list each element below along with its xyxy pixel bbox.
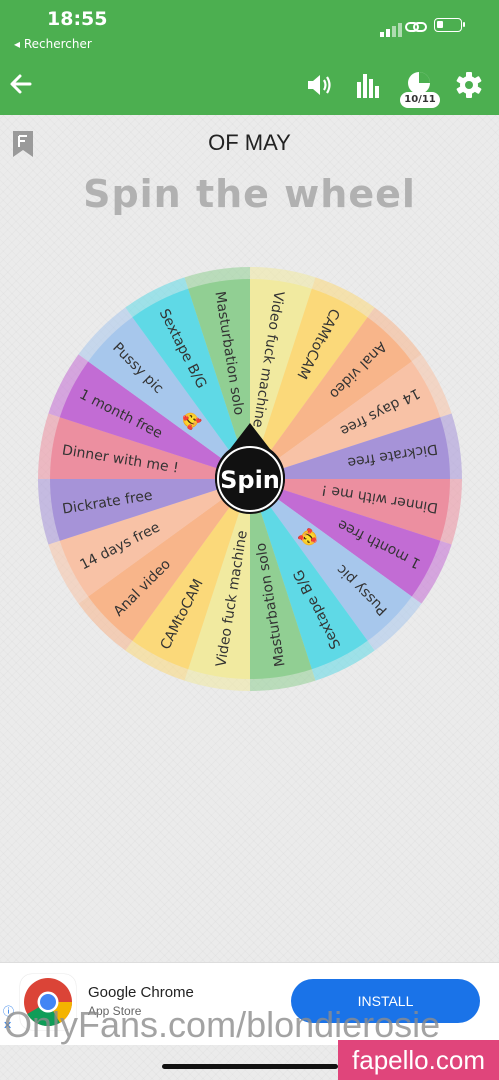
spin-wheel[interactable]: Video fuck machine CAMtoCAMAnal video14 d… [38, 258, 462, 700]
spin-counter-badge: 10/11 [400, 92, 440, 108]
home-indicator [162, 1064, 338, 1069]
battery-icon [434, 18, 465, 32]
ad-title: Google Chrome [88, 984, 194, 1001]
stats-icon[interactable] [354, 68, 382, 102]
list-title: OF MAY [208, 130, 291, 155]
status-time: 18:55 [47, 8, 108, 30]
wheel-heading: Spin the wheel [83, 172, 416, 216]
watermark-right: fapello.com [338, 1040, 499, 1080]
back-arrow-icon[interactable] [8, 70, 34, 98]
volume-icon[interactable] [305, 68, 335, 102]
cellular-signal-icon [380, 18, 404, 37]
link-icon [405, 22, 427, 32]
app-top-bar: 18:55 ◂ Rechercher 10/11 [0, 0, 499, 115]
status-back-link[interactable]: ◂ Rechercher [14, 37, 92, 51]
gear-icon[interactable] [455, 71, 483, 99]
spin-label: Spin [220, 466, 280, 494]
